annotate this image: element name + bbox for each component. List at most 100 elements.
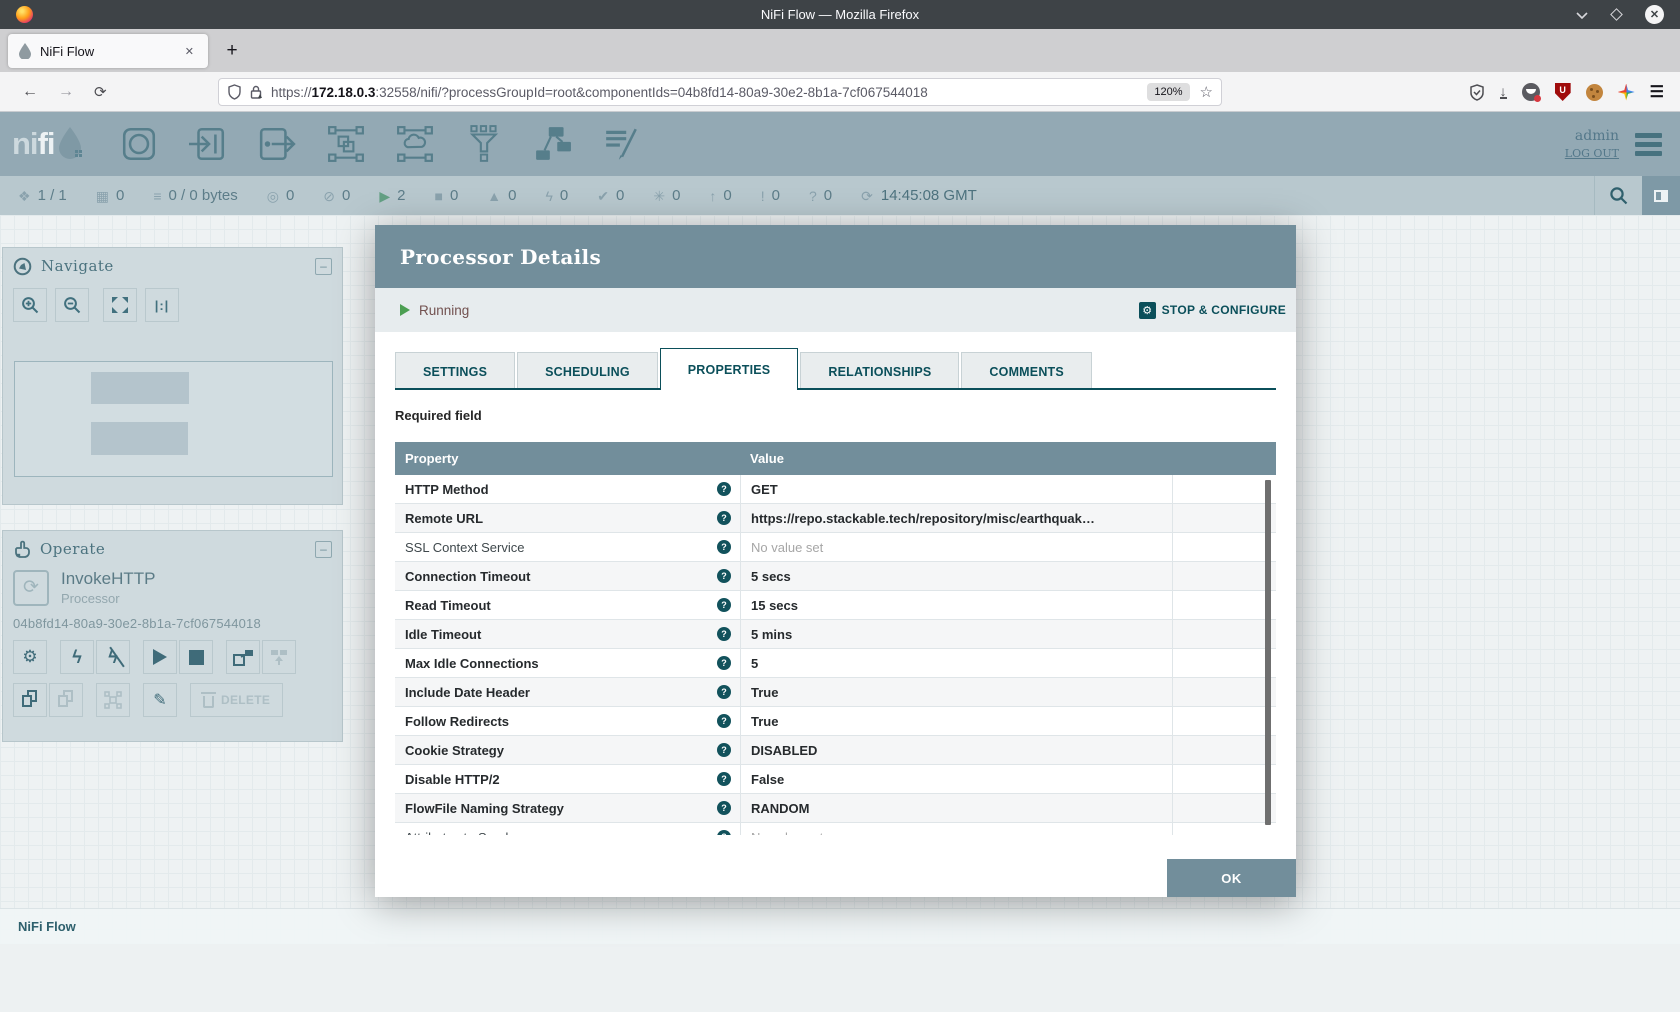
label-tool-icon[interactable] bbox=[602, 125, 642, 163]
page-zoom-badge[interactable]: 120% bbox=[1147, 83, 1189, 101]
output-port-tool-icon[interactable] bbox=[257, 125, 297, 163]
zoom-actual-button[interactable]: |:| bbox=[145, 288, 179, 322]
upload-template-button[interactable] bbox=[262, 640, 296, 674]
table-row[interactable]: Read Timeout?15 secs bbox=[395, 591, 1276, 620]
tab-comments[interactable]: COMMENTS bbox=[961, 352, 1092, 390]
table-row[interactable]: Cookie Strategy?DISABLED bbox=[395, 736, 1276, 765]
help-icon[interactable]: ? bbox=[717, 743, 731, 757]
zoom-out-button[interactable] bbox=[55, 288, 89, 322]
multi-account-icon[interactable] bbox=[1522, 83, 1540, 101]
group-button[interactable] bbox=[96, 683, 130, 717]
url-bar[interactable]: https://172.18.0.3:32558/nifi/?processGr… bbox=[218, 78, 1222, 106]
paste-button[interactable] bbox=[49, 683, 83, 717]
help-icon[interactable]: ? bbox=[717, 627, 731, 641]
not-transmitting-icon: ⊘ bbox=[323, 189, 335, 203]
brush-icon: ✎ bbox=[153, 690, 166, 710]
enable-button[interactable]: ϟ bbox=[60, 640, 94, 674]
create-template-button[interactable] bbox=[226, 640, 260, 674]
table-row[interactable]: Follow Redirects?True bbox=[395, 707, 1276, 736]
global-menu-icon[interactable] bbox=[1635, 129, 1662, 160]
navigate-collapse-button[interactable]: – bbox=[315, 258, 332, 275]
table-row[interactable]: Disable HTTP/2?False bbox=[395, 765, 1276, 794]
copy-button[interactable] bbox=[13, 683, 47, 717]
extension-colorburst-icon[interactable] bbox=[1618, 84, 1635, 101]
help-icon[interactable]: ? bbox=[717, 540, 731, 554]
help-icon[interactable]: ? bbox=[717, 801, 731, 815]
tab-properties[interactable]: PROPERTIES bbox=[660, 348, 799, 390]
start-button[interactable] bbox=[143, 640, 177, 674]
funnel-tool-icon[interactable] bbox=[464, 125, 504, 163]
operate-collapse-button[interactable]: – bbox=[315, 541, 332, 558]
downloads-icon[interactable]: ↓ bbox=[1500, 85, 1507, 99]
delete-button[interactable]: DELETE bbox=[190, 683, 283, 717]
refresh-icon[interactable]: ⟳ bbox=[861, 189, 873, 203]
nifi-logo-text: ni bbox=[12, 126, 38, 162]
help-icon[interactable]: ? bbox=[717, 656, 731, 670]
table-row[interactable]: SSL Context Service?No value set bbox=[395, 533, 1276, 562]
table-row[interactable]: Idle Timeout?5 mins bbox=[395, 620, 1276, 649]
back-button[interactable]: ← bbox=[22, 83, 38, 101]
configure-button[interactable]: ⚙ bbox=[13, 640, 47, 674]
help-icon[interactable]: ? bbox=[717, 511, 731, 525]
table-scrollbar[interactable] bbox=[1265, 480, 1271, 825]
browser-tab[interactable]: NiFi Flow ✕ bbox=[8, 34, 208, 68]
breadcrumb[interactable]: NiFi Flow bbox=[18, 919, 76, 934]
help-icon[interactable]: ? bbox=[717, 569, 731, 583]
help-icon[interactable]: ? bbox=[717, 482, 731, 496]
reload-button[interactable]: ⟳ bbox=[94, 83, 107, 101]
zoom-in-button[interactable] bbox=[13, 288, 47, 322]
ublock-icon[interactable]: U bbox=[1555, 83, 1571, 101]
pocket-icon[interactable] bbox=[1469, 84, 1485, 101]
running-icon: ▶ bbox=[379, 189, 390, 203]
ok-button[interactable]: OK bbox=[1167, 859, 1296, 897]
minimap-component bbox=[91, 422, 188, 455]
fill-color-button[interactable]: ✎ bbox=[143, 683, 177, 717]
table-row[interactable]: Remote URL?https://repo.stackable.tech/r… bbox=[395, 504, 1276, 533]
flow-minimap[interactable] bbox=[14, 361, 333, 477]
table-row[interactable]: FlowFile Naming Strategy?RANDOM bbox=[395, 794, 1276, 823]
new-tab-button[interactable]: + bbox=[218, 37, 246, 65]
search-button[interactable] bbox=[1595, 186, 1642, 205]
bookmark-star-icon[interactable]: ☆ bbox=[1200, 83, 1213, 101]
stop-and-configure-button[interactable]: ⚙ STOP & CONFIGURE bbox=[1139, 302, 1286, 319]
help-icon[interactable]: ? bbox=[717, 598, 731, 612]
table-row-clipped[interactable]: Attributes to Send?No value set bbox=[395, 823, 1276, 835]
window-close-icon[interactable]: ✕ bbox=[1645, 5, 1664, 24]
table-row[interactable]: Connection Timeout?5 secs bbox=[395, 562, 1276, 591]
group-icon bbox=[104, 691, 122, 709]
help-icon[interactable]: ? bbox=[717, 685, 731, 699]
logout-link[interactable]: LOG OUT bbox=[1565, 147, 1619, 160]
help-icon[interactable]: ? bbox=[717, 772, 731, 786]
tab-scheduling[interactable]: SCHEDULING bbox=[517, 352, 658, 390]
input-port-tool-icon[interactable] bbox=[188, 125, 228, 163]
stop-button[interactable] bbox=[179, 640, 213, 674]
tab-relationships[interactable]: RELATIONSHIPS bbox=[800, 352, 959, 390]
zoom-fit-button[interactable] bbox=[103, 288, 137, 322]
table-row[interactable]: Include Date Header?True bbox=[395, 678, 1276, 707]
operate-panel: Operate – ⟳ InvokeHTTP Processor 04b8fd1… bbox=[2, 530, 343, 742]
table-row[interactable]: HTTP Method?GET bbox=[395, 475, 1276, 504]
processor-tool-icon[interactable] bbox=[119, 125, 159, 163]
help-icon[interactable]: ? bbox=[717, 830, 731, 835]
flow-status-bar: ❖1 / 1 ▦0 ≡0 / 0 bytes ◎0 ⊘0 ▶2 ■0 ▲0 ϟ0… bbox=[0, 176, 1680, 215]
tab-close-icon[interactable]: ✕ bbox=[181, 43, 198, 60]
forward-button[interactable]: → bbox=[58, 83, 74, 101]
navigate-title: Navigate bbox=[41, 257, 114, 275]
browser-menu-icon[interactable]: ☰ bbox=[1650, 82, 1664, 102]
panel-toggle-button[interactable] bbox=[1642, 176, 1680, 215]
cookie-extension-icon[interactable] bbox=[1586, 84, 1603, 101]
window-minimize-icon[interactable] bbox=[1576, 11, 1588, 19]
help-icon[interactable]: ? bbox=[717, 714, 731, 728]
url-text[interactable]: https://172.18.0.3:32558/nifi/?processGr… bbox=[271, 85, 1147, 100]
table-row[interactable]: Max Idle Connections?5 bbox=[395, 649, 1276, 678]
disable-button[interactable]: ϟ bbox=[96, 640, 130, 674]
lock-warning-icon[interactable] bbox=[249, 85, 263, 100]
tab-settings[interactable]: SETTINGS bbox=[395, 352, 515, 390]
template-tool-icon[interactable] bbox=[533, 125, 573, 163]
locally-modified-stale-icon: ! bbox=[761, 189, 765, 203]
remote-process-group-tool-icon[interactable] bbox=[395, 125, 435, 163]
shield-icon[interactable] bbox=[227, 84, 242, 100]
window-maximize-icon[interactable] bbox=[1610, 8, 1623, 21]
browser-tabbar: NiFi Flow ✕ + bbox=[0, 29, 1680, 72]
process-group-tool-icon[interactable] bbox=[326, 125, 366, 163]
